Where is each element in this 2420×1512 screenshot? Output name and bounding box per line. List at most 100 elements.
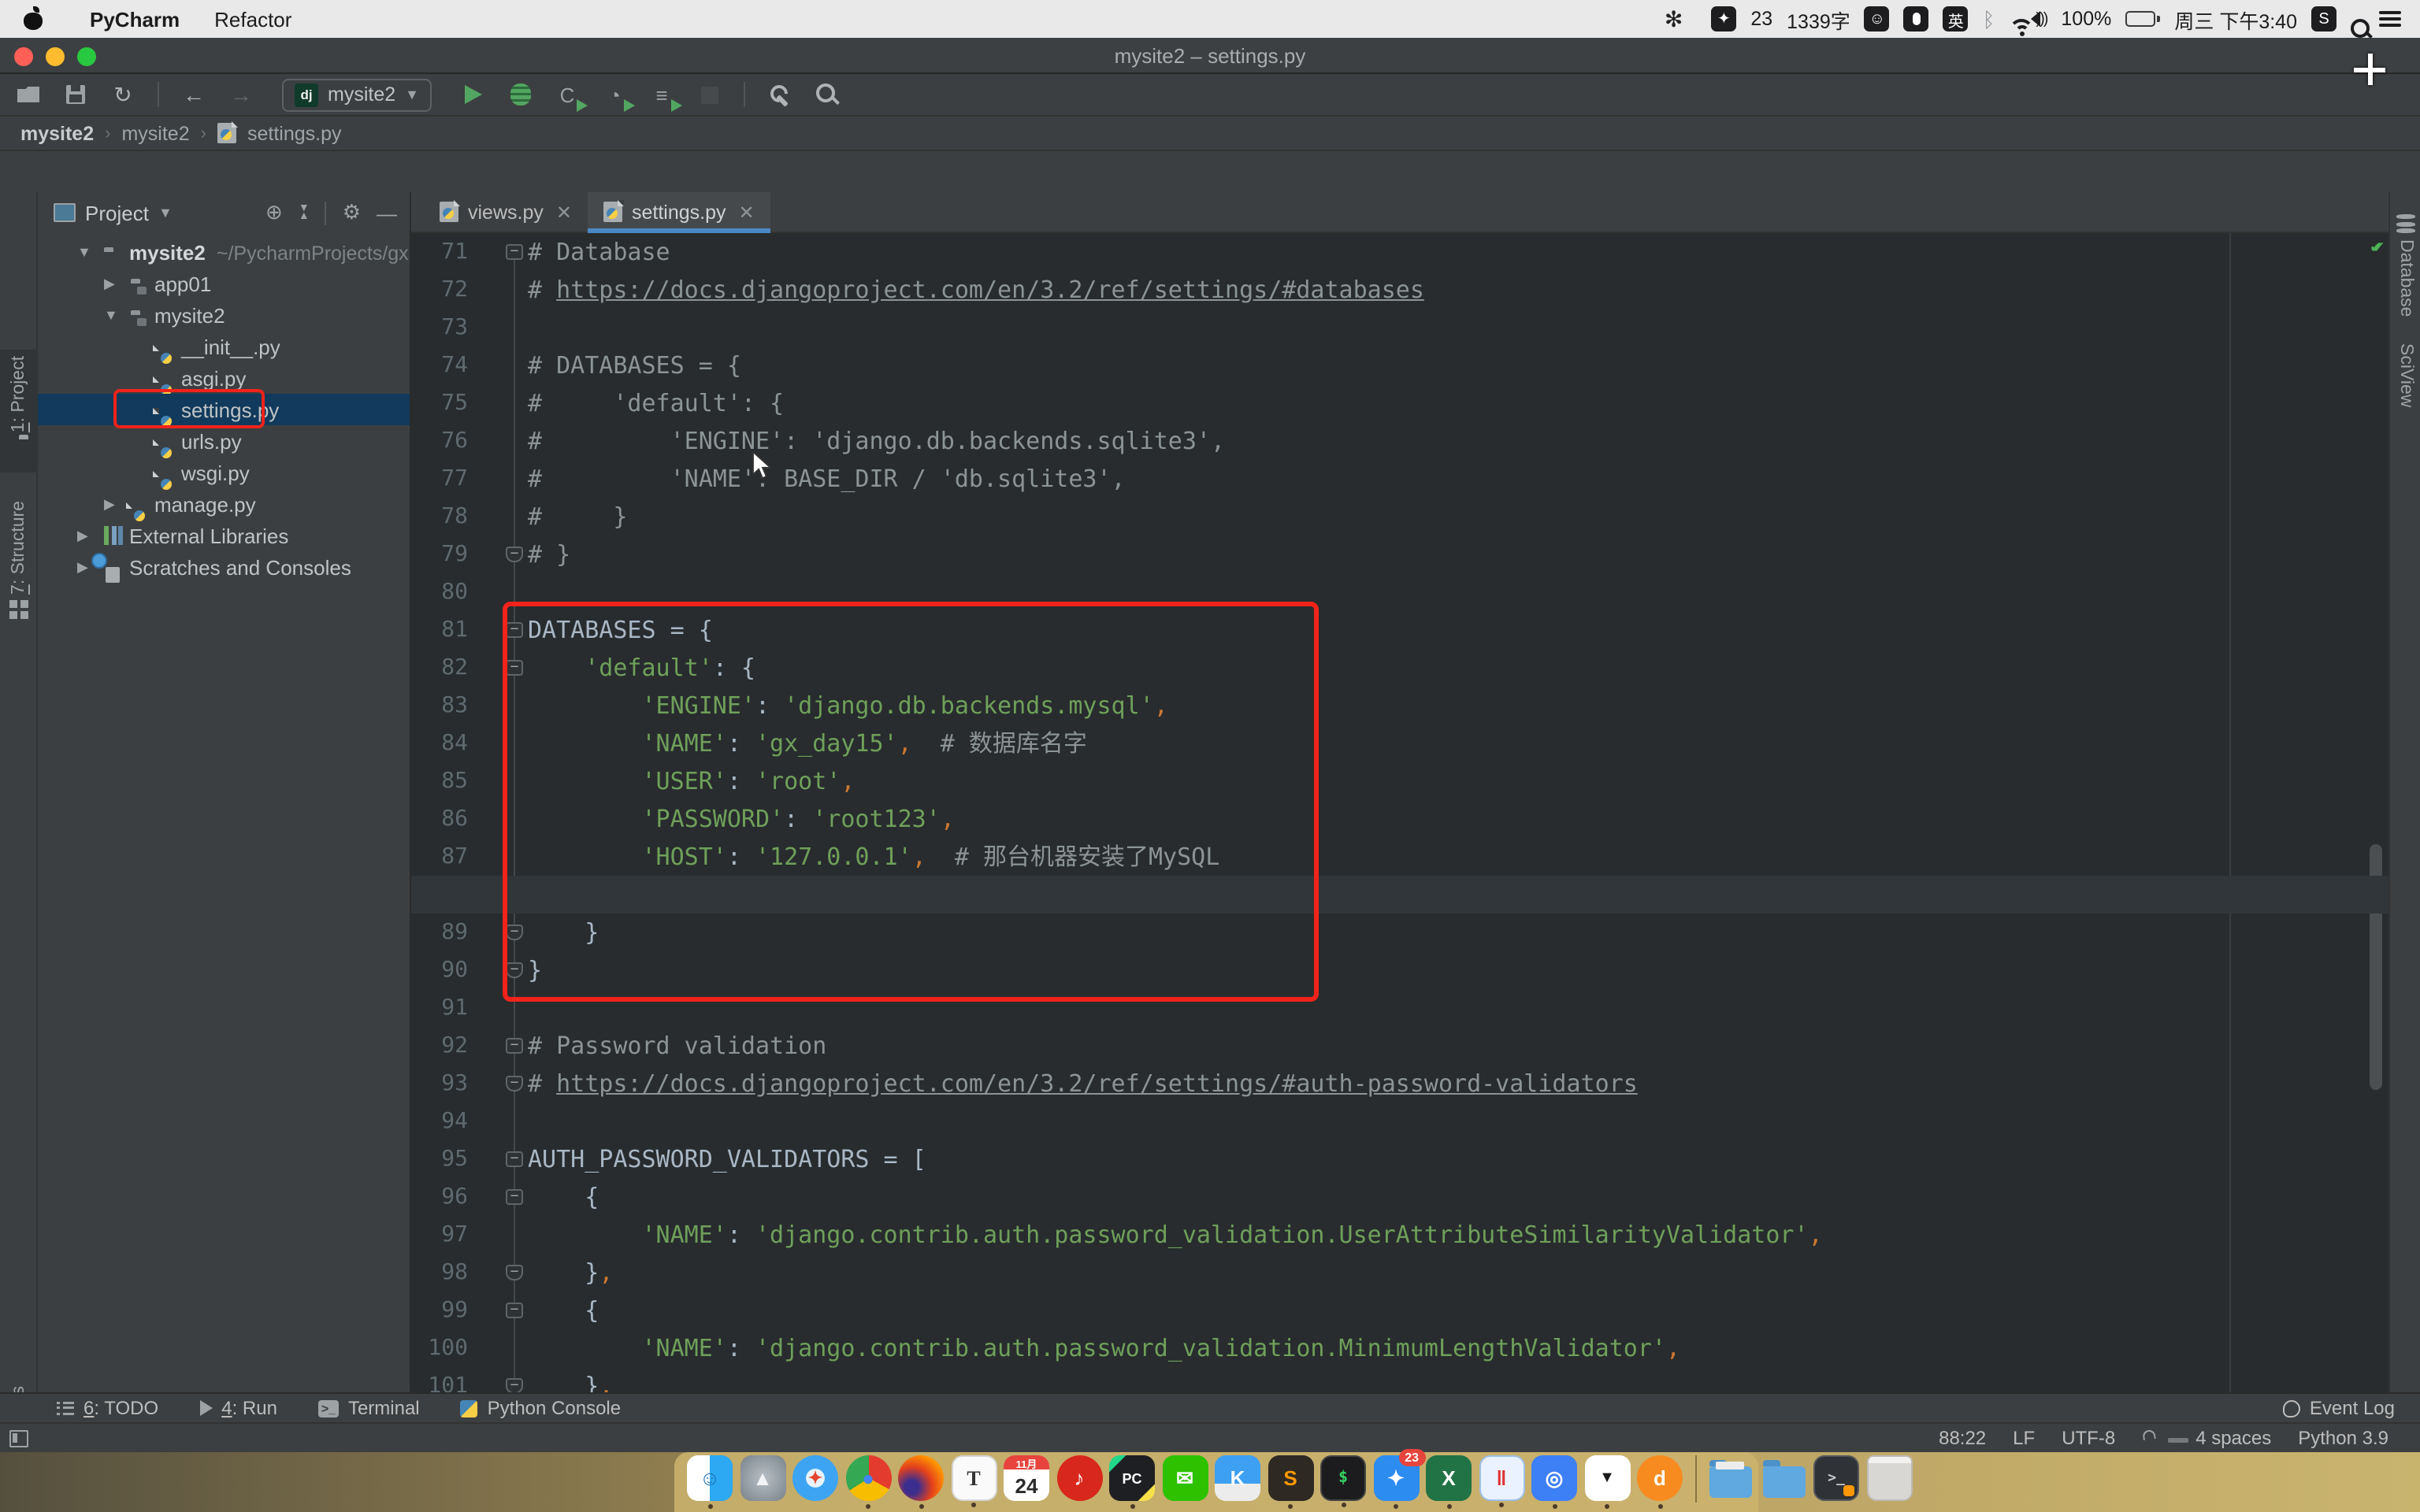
rings-app-icon[interactable]: ◎ bbox=[1531, 1455, 1577, 1501]
launchpad-icon[interactable]: ▲ bbox=[740, 1455, 785, 1501]
menu-item-refactor[interactable]: Refactor bbox=[197, 0, 313, 38]
dingtalk-icon[interactable]: ✦23 bbox=[1373, 1455, 1419, 1501]
window-titlebar[interactable]: mysite2 – settings.py bbox=[0, 38, 2420, 74]
run-button[interactable] bbox=[457, 79, 488, 110]
calendar-icon[interactable]: 11月24 bbox=[1004, 1455, 1049, 1501]
toolwindow-switcher-icon[interactable] bbox=[9, 1429, 28, 1447]
save-all-icon[interactable] bbox=[60, 79, 91, 110]
back-icon[interactable]: ← bbox=[178, 79, 210, 110]
fold-marker[interactable]: − bbox=[506, 1378, 523, 1394]
minimize-window-button[interactable] bbox=[46, 46, 65, 65]
breadcrumb-item-settings.py[interactable]: settings.py bbox=[247, 122, 342, 144]
fold-marker[interactable]: − bbox=[506, 1038, 523, 1054]
open-file-icon[interactable] bbox=[13, 79, 44, 110]
tree-item-urlspy[interactable]: urls.py bbox=[38, 425, 410, 457]
toolwindow-button-pythonconsole[interactable]: Python Console bbox=[461, 1397, 621, 1419]
tree-collapse-arrow[interactable]: ▶ bbox=[104, 275, 115, 292]
menubar-clock[interactable]: 周三 下午3:40 bbox=[2174, 4, 2297, 34]
wrench-icon[interactable] bbox=[764, 79, 796, 110]
folder-documents-icon[interactable] bbox=[1708, 1455, 1754, 1501]
fold-marker[interactable]: − bbox=[506, 1303, 523, 1318]
debug-button[interactable] bbox=[504, 79, 536, 110]
tool-stripe-database[interactable]: Database bbox=[2390, 208, 2420, 317]
close-icon[interactable]: ✕ bbox=[739, 201, 755, 223]
zoom-window-button[interactable] bbox=[77, 46, 96, 65]
fold-marker[interactable]: − bbox=[506, 1151, 523, 1167]
caret-position[interactable]: 88:22 bbox=[1939, 1427, 1986, 1449]
profiler-button[interactable]: ◔ bbox=[599, 79, 630, 110]
close-icon[interactable]: ✕ bbox=[556, 201, 572, 223]
close-window-button[interactable] bbox=[14, 46, 33, 65]
chrome-icon[interactable]: ● bbox=[845, 1455, 891, 1501]
inspections-ok-icon[interactable]: ✔✔ bbox=[2371, 236, 2377, 257]
tree-collapse-arrow[interactable]: ▶ bbox=[104, 495, 115, 513]
run-with-coverage-button[interactable]: C bbox=[551, 79, 583, 110]
tree-item-managepy[interactable]: ▶manage.py bbox=[38, 488, 410, 520]
breadcrumb-item-mysite2[interactable]: mysite2 bbox=[20, 122, 94, 144]
sync-icon[interactable]: ↻ bbox=[107, 79, 139, 110]
tool-stripe-sciview[interactable]: SciView bbox=[2390, 331, 2420, 407]
folder-windows-icon[interactable] bbox=[1761, 1455, 1806, 1501]
breadcrumb-item-mysite2[interactable]: mysite2 bbox=[121, 122, 189, 144]
smiley-icon[interactable]: ☺ bbox=[1865, 6, 1890, 32]
tool-stripe-structure[interactable]: 7: Structure bbox=[0, 495, 38, 633]
forward-icon[interactable]: → bbox=[225, 79, 257, 110]
tv-app-icon[interactable]: d bbox=[1637, 1455, 1683, 1501]
finder-icon[interactable]: ☺ bbox=[687, 1455, 733, 1501]
trash-icon[interactable] bbox=[1866, 1455, 1912, 1501]
battery-icon[interactable] bbox=[2125, 11, 2160, 27]
wechat-icon[interactable]: ✉ bbox=[1162, 1455, 1208, 1501]
tree-expand-arrow[interactable]: ▼ bbox=[77, 244, 91, 260]
search-everywhere-icon[interactable] bbox=[811, 79, 843, 110]
mic-icon[interactable] bbox=[1904, 6, 1929, 32]
fan-icon[interactable]: ✻ bbox=[1665, 6, 1683, 32]
stop-button[interactable] bbox=[693, 79, 725, 110]
notification-count[interactable]: 23 bbox=[1750, 8, 1772, 30]
line-ending[interactable]: LF bbox=[2013, 1427, 2035, 1449]
s-app-icon[interactable]: S bbox=[2311, 6, 2336, 32]
concurrency-diagram-button[interactable]: ≡ bbox=[646, 79, 677, 110]
fold-marker[interactable]: − bbox=[506, 1265, 523, 1280]
control-center-icon[interactable] bbox=[2379, 11, 2401, 27]
fold-marker[interactable]: − bbox=[506, 547, 523, 562]
excel-icon[interactable]: X bbox=[1426, 1455, 1472, 1501]
dingtalk-status-icon[interactable]: ✦ bbox=[1711, 6, 1736, 32]
safari-icon[interactable]: ✦ bbox=[792, 1455, 838, 1501]
tree-collapse-arrow[interactable]: ▶ bbox=[77, 558, 88, 576]
gear-icon[interactable]: ⚙ bbox=[343, 200, 361, 225]
parallels-desktop-icon[interactable]: ‖ bbox=[1479, 1455, 1524, 1501]
apple-menu-icon[interactable] bbox=[22, 8, 44, 30]
input-method-icon[interactable]: 英 bbox=[1943, 6, 1969, 32]
interpreter[interactable]: Python 3.9 bbox=[2298, 1427, 2388, 1449]
netease-music-icon[interactable]: ♪ bbox=[1056, 1455, 1102, 1501]
tree-expand-arrow[interactable]: ▼ bbox=[104, 307, 118, 323]
tree-item-app01[interactable]: ▶app01 bbox=[38, 268, 410, 299]
fold-marker[interactable]: − bbox=[506, 1076, 523, 1091]
tool-stripe-project[interactable]: 1: Project bbox=[0, 350, 38, 472]
fold-marker[interactable]: − bbox=[506, 244, 523, 260]
tree-item-wsgipy[interactable]: wsgi.py bbox=[38, 457, 410, 488]
menubar-app-name[interactable]: PyCharm bbox=[72, 0, 197, 38]
tree-collapse-arrow[interactable]: ▶ bbox=[77, 527, 88, 544]
tab-views.py[interactable]: views.py✕ bbox=[424, 192, 588, 232]
locate-file-icon[interactable]: ⊕ bbox=[265, 200, 283, 225]
tree-item-__init__py[interactable]: __init__.py bbox=[38, 331, 410, 362]
tree-item-mysite2[interactable]: ▼mysite2~/PycharmProjects/gx bbox=[38, 236, 410, 268]
collapse-all-icon[interactable]: ▼▲ bbox=[299, 205, 310, 220]
run-configuration-select[interactable]: dj mysite2 ▼ bbox=[282, 78, 432, 111]
typora-icon[interactable]: T bbox=[951, 1455, 997, 1501]
tab-settings.py[interactable]: settings.py✕ bbox=[588, 192, 770, 232]
boss-zhipin-icon[interactable]: ▼ bbox=[1584, 1455, 1630, 1501]
firefox-icon[interactable] bbox=[898, 1455, 944, 1501]
tree-item-ExternalLibraries[interactable]: ▶External Libraries bbox=[38, 520, 410, 551]
word-count[interactable]: 1339字 bbox=[1787, 4, 1850, 34]
sublime-text-icon[interactable]: S bbox=[1268, 1455, 1313, 1501]
indent-setting[interactable]: 4 spaces bbox=[2195, 1427, 2271, 1449]
pycharm-icon[interactable]: PC bbox=[1109, 1455, 1155, 1501]
terminal-icon[interactable]: $ bbox=[1320, 1455, 1366, 1501]
keynote-icon[interactable]: K bbox=[1215, 1455, 1260, 1501]
battery-percent[interactable]: 100% bbox=[2061, 8, 2111, 30]
toolwindow-button-terminal[interactable]: >_Terminal bbox=[318, 1397, 420, 1419]
event-log-button[interactable]: Event Log bbox=[2283, 1397, 2420, 1419]
bluetooth-icon[interactable]: ᛒ bbox=[1983, 7, 1995, 31]
